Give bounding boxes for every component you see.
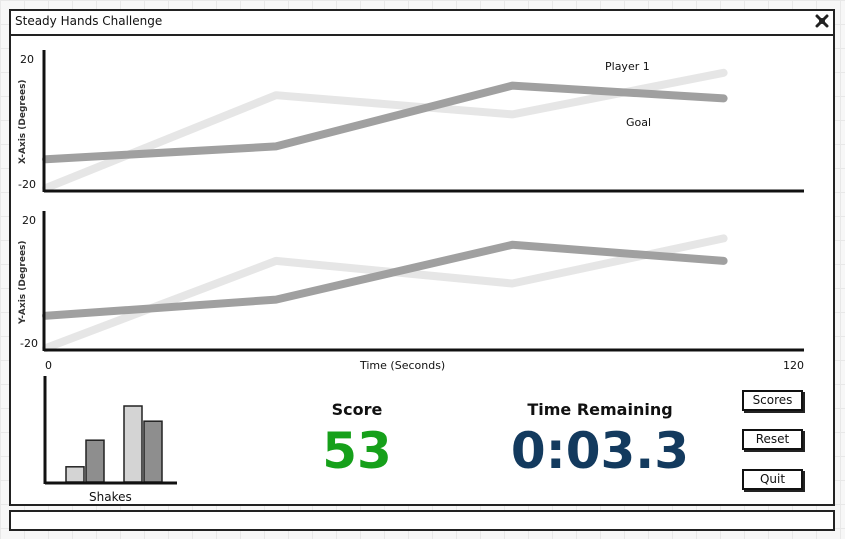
shakes-chart: Shakes xyxy=(0,0,845,539)
shakes-bar-1-0 xyxy=(123,405,143,483)
time-remaining-value: 0:03.3 xyxy=(510,422,690,480)
quit-button[interactable]: Quit xyxy=(742,469,803,490)
shakes-bar-0-1 xyxy=(85,439,105,483)
shakes-bar-0-0 xyxy=(65,466,85,483)
score-label: Score xyxy=(331,400,383,419)
shakes-chart-svg xyxy=(43,376,177,485)
score-value: 53 xyxy=(322,422,392,480)
shakes-bar-1-1 xyxy=(143,420,163,483)
scores-button[interactable]: Scores xyxy=(742,390,803,411)
time-remaining-label: Time Remaining xyxy=(527,400,673,419)
reset-button[interactable]: Reset xyxy=(742,429,803,450)
